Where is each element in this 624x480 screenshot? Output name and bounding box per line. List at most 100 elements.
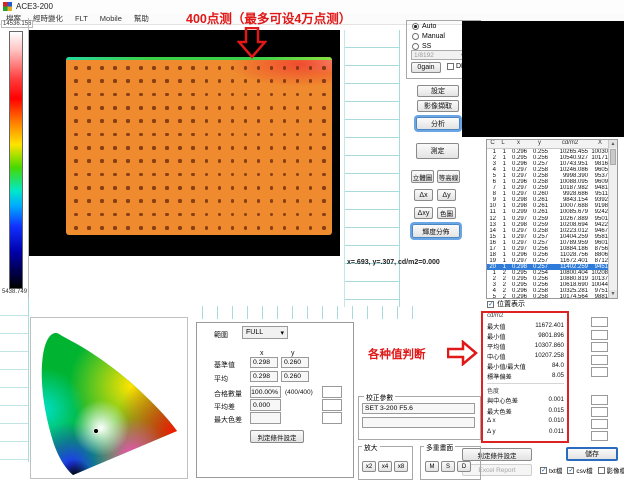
measure-point [231,133,235,137]
table-body[interactable]: 110.2960.25510265.45510030210.2950.25610… [487,149,617,299]
range-select[interactable]: FULL ▾ [242,326,288,339]
calibration-value-field[interactable]: SET 3-200 F5.6 [362,403,475,414]
measure-point [191,93,195,97]
table-col-y: y [529,140,550,148]
radio-ss[interactable]: SS [412,43,431,50]
average-y-field[interactable]: 0.260 [281,371,309,382]
calibration-value2-field[interactable] [362,417,475,428]
position-display-box[interactable]: ✓ [487,301,494,308]
save-button[interactable]: 儲存 [566,447,618,461]
measure-point [87,106,91,110]
measure-point [191,186,195,190]
contour-button[interactable]: 等高線 [437,170,460,183]
color-map-button[interactable]: 色圖 [437,207,456,219]
max-color-diff-label: 最大色差 [214,415,242,425]
filecheck-csv檔[interactable]: ✓csv檔 [567,465,592,475]
measure-point [205,226,209,230]
menu-item-FLT[interactable]: FLT [69,14,94,23]
measure-point [178,133,182,137]
scroll-down-icon[interactable]: ▼ [609,290,617,298]
delta-y-button[interactable]: Δy [437,189,456,201]
measure-point [178,173,182,177]
image-capture-button[interactable]: 影像擷取 [417,100,459,112]
zoom-button-x8[interactable]: x8 [394,461,408,472]
measure-point [126,226,130,230]
measure-point [244,93,248,97]
measure-point [257,173,261,177]
gain-button[interactable]: 0gain [411,62,441,73]
luminance-distribution-button[interactable]: 輝度分佈 [412,224,460,238]
measure-button[interactable]: 測定 [416,143,459,159]
radio-manual[interactable]: Manual [412,33,445,40]
luminance-image-view[interactable] [29,30,340,256]
delta-xy-button[interactable]: Δxy [414,207,433,219]
checkbox-box[interactable] [598,467,605,474]
reference-label: 基準值 [214,360,235,370]
average-x-field[interactable]: 0.298 [250,371,278,382]
settings-button[interactable]: 設定 [417,85,459,97]
measure-point [283,173,287,177]
measure-point [257,213,261,217]
measure-point [231,199,235,203]
dr-checkbox-box[interactable] [447,63,454,70]
scroll-up-icon[interactable]: ▲ [609,140,617,148]
table-scrollbar[interactable]: ▲ ▼ [608,140,617,298]
analyze-button[interactable]: 分析 [416,117,460,130]
measure-point [270,186,274,190]
measurement-table[interactable]: CLxycd/m2X 110.2960.25510265.45510030210… [486,139,618,299]
measure-point [113,146,117,150]
reference-y-field[interactable]: 0.260 [281,357,309,368]
measure-point [270,146,274,150]
measure-point [205,106,209,110]
delta-x-button[interactable]: Δx [414,189,433,201]
measure-point [244,106,248,110]
stereo-view-button[interactable]: 立體圖 [411,170,434,183]
measure-point [257,119,261,123]
measure-point [100,213,104,217]
radio-dot[interactable] [412,43,419,50]
checkbox-box[interactable]: ✓ [540,467,547,474]
measure-point [178,186,182,190]
measure-point [296,186,300,190]
measure-point [257,133,261,137]
measure-point [231,159,235,163]
lum-judge-box [591,342,608,352]
measure-point [270,93,274,97]
measure-point [87,199,91,203]
measure-point [257,226,261,230]
multi-button-S[interactable]: S [441,461,455,472]
shutter-select[interactable]: 1/8192 ▾ [411,50,467,60]
menu-item-Mobile[interactable]: Mobile [94,14,128,23]
measure-point [283,226,287,230]
measure-point [205,79,209,83]
measure-point [178,79,182,83]
radio-dot[interactable] [412,23,419,30]
measure-point [152,106,156,110]
measure-point [309,186,313,190]
measure-point [270,119,274,123]
judge-condition-settings-button[interactable]: 判定條件設定 [250,430,304,443]
measure-point [139,106,143,110]
reference-x-field[interactable]: 0.298 [250,357,278,368]
lum-judge-box [591,367,608,377]
stat-chroma-row: Δ x0.010 [487,417,564,424]
multi-button-M[interactable]: M [425,461,439,472]
measure-point [152,186,156,190]
filecheck-txt檔[interactable]: ✓txt檔 [540,465,562,475]
position-display-checkbox[interactable]: ✓ 位置表示 [487,299,525,309]
menu-item-幫助[interactable]: 幫助 [128,13,155,24]
measure-point [152,173,156,177]
measure-point [165,66,169,70]
checkbox-box[interactable]: ✓ [567,467,574,474]
measure-point [244,186,248,190]
multi-button-D[interactable]: D [457,461,471,472]
radio-dot[interactable] [412,33,419,40]
zoom-button-x4[interactable]: x4 [378,461,392,472]
stat-chroma-row: 與中心色差0.001 [487,396,564,405]
filecheck-影像檔[interactable]: 影像檔 [598,465,624,475]
scrollbar-thumb[interactable] [610,149,616,165]
zoom-button-x2[interactable]: x2 [362,461,376,472]
measure-point [309,133,313,137]
measure-point [178,213,182,217]
radio-auto[interactable]: Auto [412,23,436,30]
